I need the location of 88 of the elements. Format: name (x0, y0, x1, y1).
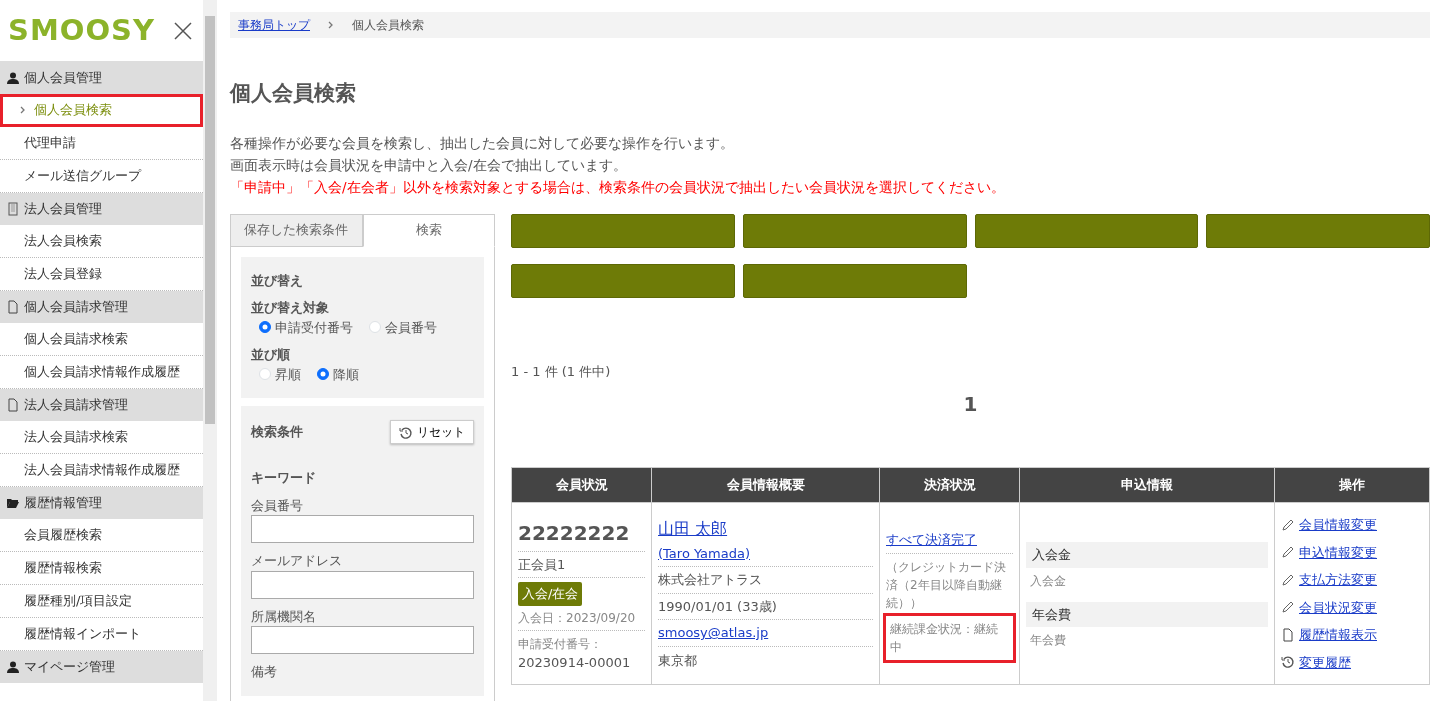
email-link[interactable]: smoosy@atlas.jp (658, 625, 769, 641)
keyword-label: キーワード (251, 469, 317, 487)
operation-link[interactable]: 支払方法変更 (1299, 570, 1377, 590)
pencil-icon (1281, 600, 1295, 615)
section-title: 個人会員管理 (24, 69, 102, 88)
member-type: 正会員1 (518, 551, 645, 579)
folder-icon (6, 496, 20, 510)
column-header: 決済状況 (879, 467, 1020, 503)
section-title: 法人会員請求管理 (24, 396, 128, 415)
section-title: 履歴情報管理 (24, 494, 102, 513)
field-label: メールアドレス (251, 552, 343, 570)
person-icon (6, 71, 20, 85)
prefecture: 東京都 (658, 651, 698, 670)
scrollbar-thumb[interactable] (205, 16, 215, 424)
action-button[interactable] (511, 213, 735, 248)
breadcrumb-link[interactable]: 事務局トップ (238, 16, 310, 34)
column-header: 操作 (1274, 467, 1430, 503)
receipt-number: 20230914-00001 (518, 653, 632, 672)
close-icon[interactable] (173, 20, 193, 41)
operation-link[interactable]: 会員情報変更 (1299, 515, 1377, 535)
document-icon (6, 300, 20, 314)
radio-button[interactable] (317, 368, 329, 381)
group-label: 並び替え対象 (251, 299, 330, 317)
pencil-icon (1281, 572, 1295, 587)
input-field[interactable] (251, 570, 474, 599)
group-label: 並び順 (251, 346, 291, 364)
operation-link[interactable]: 履歴情報表示 (1299, 625, 1377, 645)
section-title: 検索条件 (251, 423, 303, 442)
operation-link[interactable]: 申込情報変更 (1299, 542, 1377, 562)
radio-button[interactable] (259, 321, 271, 334)
join-date: 入会日：2023/09/20 (518, 605, 645, 631)
description-text: 各種操作が必要な会員を検索し、抽出した会員に対して必要な操作を行います。 (230, 133, 735, 153)
company-name: 株式会社アトラス (658, 567, 873, 594)
description-text: 「申請中」「入会/在会者」以外を検索対象とする場合は、検索条件の会員状況で抽出したい会員状況を選択してください。 (230, 177, 1006, 197)
breadcrumb-current: 個人会員検索 (352, 17, 424, 34)
section-title: 個人会員請求管理 (24, 298, 128, 317)
field-label: 所属機関名 (251, 607, 317, 626)
status-badge: 入会/在会 (518, 582, 583, 606)
sidebar-item[interactable]: 個人会員検索 (0, 94, 203, 127)
radio-label: 降順 (333, 365, 359, 384)
payment-method: （クレジットカード決済（2年目以降自動継続）） (886, 558, 1007, 612)
page-number[interactable]: 1 (963, 389, 978, 419)
history-icon (1281, 655, 1295, 670)
fee-value: 入会金 (1029, 572, 1067, 590)
action-button[interactable] (974, 213, 1199, 248)
section-title: 並び替え (251, 271, 304, 290)
billing-status: 継続課金状況：継続中 (886, 615, 1013, 660)
input-field[interactable] (251, 626, 474, 654)
operation-link[interactable]: 会員状況変更 (1299, 597, 1377, 617)
section-title: 法人会員管理 (24, 200, 102, 219)
field-label: 備考 (251, 663, 278, 681)
pencil-icon (1281, 517, 1295, 532)
document-icon (6, 398, 20, 412)
fee-value: 年会費 (1029, 632, 1067, 649)
page-title: 個人会員検索 (230, 80, 357, 107)
document-icon (1281, 627, 1295, 642)
description-text: 画面表示時は会員状況を申請中と入会/在会で抽出しています。 (230, 155, 628, 175)
result-count: 1 - 1 件 (1 件中) (511, 362, 612, 381)
fee-title: 入会金 (1026, 542, 1268, 568)
person-icon (6, 660, 20, 674)
reset-icon (399, 425, 414, 440)
member-name-link[interactable]: (Taro Yamada) (658, 545, 750, 561)
operation-link[interactable]: 変更履歴 (1299, 652, 1351, 672)
reset-button[interactable]: リセット (390, 420, 474, 444)
action-button[interactable] (511, 263, 735, 298)
column-header: 申込情報 (1019, 467, 1275, 503)
field-label: 会員番号 (251, 496, 304, 515)
pencil-icon (1281, 545, 1295, 560)
input-field[interactable] (251, 515, 474, 543)
tab[interactable]: 保存した検索条件 (230, 213, 363, 247)
radio-label: 昇順 (275, 365, 301, 384)
action-button[interactable] (1206, 213, 1430, 248)
radio-label: 申請受付番号 (275, 318, 353, 337)
logo-text: SMOOSY (8, 11, 155, 49)
section-title: マイページ管理 (24, 658, 115, 677)
fee-title: 年会費 (1026, 601, 1268, 627)
column-header: 会員状況 (511, 467, 652, 503)
birth-date: 1990/01/01 (33歳) (658, 593, 873, 621)
member-number: 22222222 (518, 514, 645, 552)
radio-label: 会員番号 (385, 318, 437, 337)
column-header: 会員情報概要 (651, 467, 880, 503)
building-icon (6, 202, 20, 216)
action-button[interactable] (742, 213, 967, 248)
payment-status-link[interactable]: すべて決済完了 (886, 532, 977, 548)
member-name-link[interactable]: 山田 太郎 (658, 518, 728, 538)
tab[interactable]: 検索 (362, 213, 495, 247)
action-button[interactable] (742, 263, 967, 298)
receipt-label: 申請受付番号： (518, 635, 603, 653)
